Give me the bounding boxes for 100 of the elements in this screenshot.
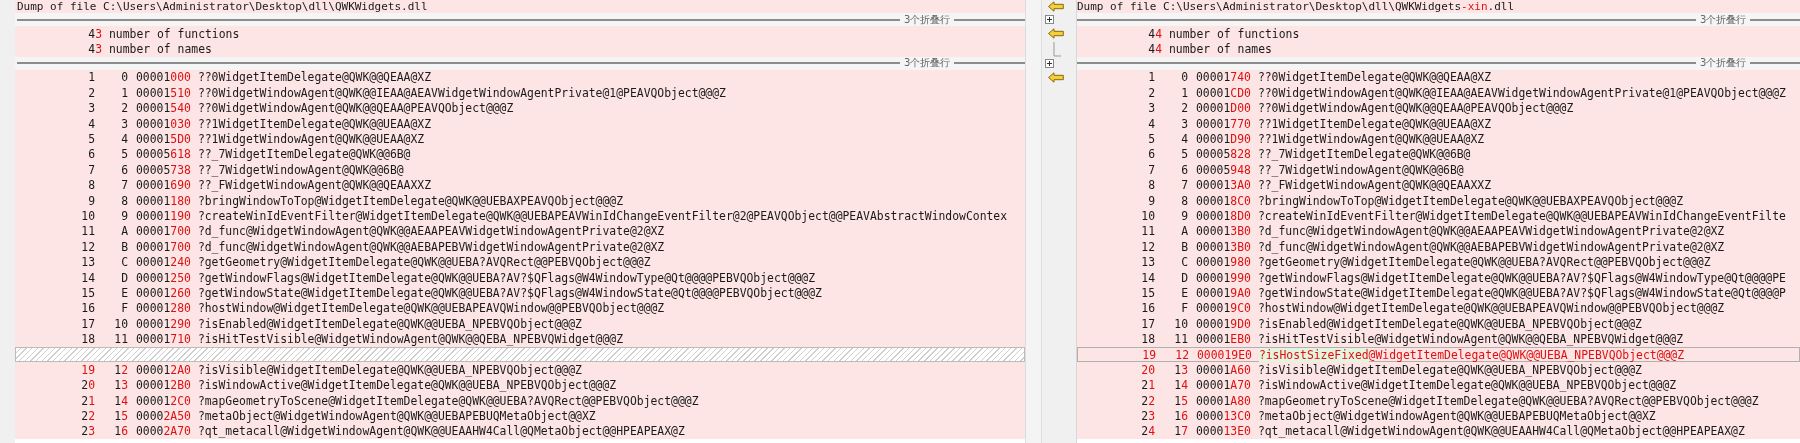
line-number: 13	[80, 255, 95, 270]
file-header: Dump of file C:\Users\Administrator\Desktop\dll\QWKWidgets-xin.dll	[1077, 0, 1515, 13]
line-number: 21	[80, 393, 95, 408]
line-number: 11	[1140, 224, 1155, 239]
line-number: 18	[1140, 332, 1155, 347]
address: 00001D00	[1196, 101, 1251, 116]
line-number: 4	[1147, 116, 1155, 131]
expand-icon[interactable]	[1045, 58, 1054, 68]
ordinal: 5	[120, 147, 128, 162]
address: 000013E0	[1196, 424, 1251, 439]
address: 000013A0	[1196, 178, 1251, 193]
symbol-name: ??1WidgetWindowAgent@QWK@@UEAA@XZ	[1257, 132, 1485, 147]
line-number: 9	[1147, 193, 1155, 208]
address: 00001250	[136, 270, 191, 285]
line-number: 10	[80, 209, 95, 223]
symbol-name: ?getWindowFlags@WidgetItemDelegate@QWK@@UEBA?AV?$QFlags@W4WindowType@Qt@@@@PE	[1257, 270, 1786, 285]
address: 000019C0	[1196, 301, 1251, 316]
symbol-name: ??_FWidgetWindowAgent@QWK@@QEAAXXZ	[1257, 178, 1492, 193]
line-number: 12	[1140, 239, 1155, 254]
ordinal: 1	[120, 85, 128, 100]
address: 00001710	[136, 332, 191, 347]
address: 00001700	[136, 239, 191, 254]
ordinal: A	[120, 224, 128, 239]
ordinal: 6	[120, 162, 128, 177]
symbol-name: ??_7WidgetWindowAgent@QWK@@6B@	[1257, 162, 1464, 177]
ordinal: 15	[1173, 393, 1188, 408]
ordinal: 3	[1180, 116, 1188, 131]
symbol-name: ?mapGeometryToScene@WidgetItemDelegate@QWK@@UEBA?AVQRect@@PEBVQObject@@@Z	[1257, 393, 1759, 408]
line-number: 14	[1140, 270, 1155, 285]
ordinal: 11	[1173, 332, 1188, 347]
ordinal: 17	[1173, 424, 1188, 439]
line-number: 7	[1147, 162, 1155, 177]
address: 00002A50	[136, 409, 191, 424]
symbol-name: ?d_func@WidgetWindowAgent@QWK@@AEBAPEBVWidgetWindowAgentPrivate@2@XZ	[1257, 239, 1725, 254]
symbol-name: ?isWindowActive@WidgetItemDelegate@QWK@@UEBA_NPEBVQObject@@@Z	[1257, 378, 1677, 393]
ordinal: 9	[120, 209, 128, 223]
ordinal: 3	[120, 116, 128, 131]
ordinal: 16	[1173, 409, 1188, 424]
address: 00001030	[136, 116, 191, 131]
symbol-name: ?bringWindowToTop@WidgetItemDelegate@QWK@@UEBAXPEAVQObject@@@Z	[197, 193, 624, 208]
symbol-name: ??0WidgetItemDelegate@QWK@@QEAA@XZ	[197, 70, 432, 85]
ordinal: 9	[1180, 209, 1188, 223]
line-number: 22	[1140, 393, 1155, 408]
line-number: 1	[87, 70, 95, 85]
line-number: 20	[80, 378, 95, 393]
symbol-name: ?getWindowState@WidgetItemDelegate@QWK@@UEBA?AV?$QFlags@W4WindowState@Qt@@@@PEBVQObject@@@Z	[197, 285, 822, 300]
symbol-name: ?isHitTestVisible@WidgetWindowAgent@QWK@@QEBA_NPEBVQWidget@@@Z	[1257, 332, 1684, 347]
symbol-name: ??1WidgetItemDelegate@QWK@@UEAA@XZ	[197, 116, 432, 131]
ordinal: D	[120, 270, 128, 285]
address: 00001280	[136, 301, 191, 316]
symbol-name: ?isEnabled@WidgetItemDelegate@QWK@@UEBA_NPEBVQObject@@@Z	[197, 316, 582, 331]
symbol-name: ?isHostSizeFixed@WidgetItemDelegate@QWK@@UEBA_NPEBVQObject@@@Z	[1258, 347, 1685, 362]
symbol-name: ??1WidgetWindowAgent@QWK@@UEAA@XZ	[197, 132, 425, 147]
expand-icon[interactable]	[1045, 15, 1054, 24]
line-number: 7	[87, 162, 95, 177]
address: 000015D0	[136, 132, 191, 147]
line-number: 15	[1140, 285, 1155, 300]
address: 00002A70	[136, 424, 191, 439]
symbol-name: ??0WidgetWindowAgent@QWK@@IEAA@AEAVWidgetWindowAgentPrivate@1@PEAVQObject@@@Z	[197, 85, 726, 100]
folded-lines-separator[interactable]: 3个折叠行	[15, 13, 1025, 26]
ordinal: 2	[1180, 101, 1188, 116]
summary-label: number of names	[109, 42, 212, 57]
line-number: 3	[87, 101, 95, 116]
ordinal: F	[120, 301, 128, 316]
ordinal: 0	[120, 70, 128, 85]
symbol-name: ?isWindowActive@WidgetItemDelegate@QWK@@UEBA_NPEBVQObject@@@Z	[197, 378, 617, 393]
ordinal: 8	[1180, 193, 1188, 208]
symbol-name: ?isHitTestVisible@WidgetWindowAgent@QWK@@QEBA_NPEBVQWidget@@@Z	[197, 332, 624, 347]
address: 000012B0	[136, 378, 191, 393]
ordinal: 12	[113, 362, 128, 377]
ordinal: E	[1180, 285, 1188, 300]
ordinal: 10	[113, 316, 128, 331]
address: 00001A70	[1196, 378, 1251, 393]
line-number: 20	[1140, 362, 1155, 377]
ordinal: 7	[1180, 178, 1188, 193]
symbol-name: ?hostWindow@WidgetItemDelegate@QWK@@UEBAPEAVQWindow@@PEBVQObject@@@Z	[1257, 301, 1725, 316]
ordinal: F	[1180, 301, 1188, 316]
folded-lines-separator[interactable]: 3个折叠行	[1077, 13, 1800, 26]
symbol-name: ?mapGeometryToScene@WidgetItemDelegate@QWK@@UEBA?AVQRect@@PEBVQObject@@@Z	[197, 393, 699, 408]
ordinal: 14	[1173, 378, 1188, 393]
symbol-name: ??1WidgetItemDelegate@QWK@@UEAA@XZ	[1257, 116, 1492, 131]
symbol-name: ??_7WidgetWindowAgent@QWK@@6B@	[197, 162, 404, 177]
line-number: 19	[80, 362, 95, 377]
symbol-name: ?qt_metacall@WidgetWindowAgent@QWK@@UEAAHW4Call@QMetaObject@@HPEAPEAX@Z	[1257, 424, 1745, 439]
line-number: 6	[87, 147, 95, 162]
ordinal: A	[1180, 224, 1188, 239]
symbol-name: ?d_func@WidgetWindowAgent@QWK@@AEAAPEAVWidgetWindowAgentPrivate@2@XZ	[197, 224, 665, 239]
address: 00001740	[1196, 70, 1251, 85]
ordinal: 4	[1180, 132, 1188, 147]
symbol-name: ?createWinIdEventFilter@WidgetItemDelegate@QWK@@UEBAPEAVWinIdChangeEventFilte	[1257, 209, 1786, 223]
address: 000019A0	[1196, 285, 1251, 300]
ordinal: C	[120, 255, 128, 270]
line-number: 17	[1140, 316, 1155, 331]
symbol-name: ?d_func@WidgetWindowAgent@QWK@@AEAAPEAVWidgetWindowAgentPrivate@2@XZ	[1257, 224, 1725, 239]
count: 44	[1147, 42, 1162, 57]
line-number: 6	[1147, 147, 1155, 162]
arrow-icon[interactable]	[1048, 1, 1064, 12]
address: 00001EB0	[1196, 332, 1251, 347]
line-number: 16	[80, 301, 95, 316]
symbol-name: ??_FWidgetWindowAgent@QWK@@QEAAXXZ	[197, 178, 432, 193]
